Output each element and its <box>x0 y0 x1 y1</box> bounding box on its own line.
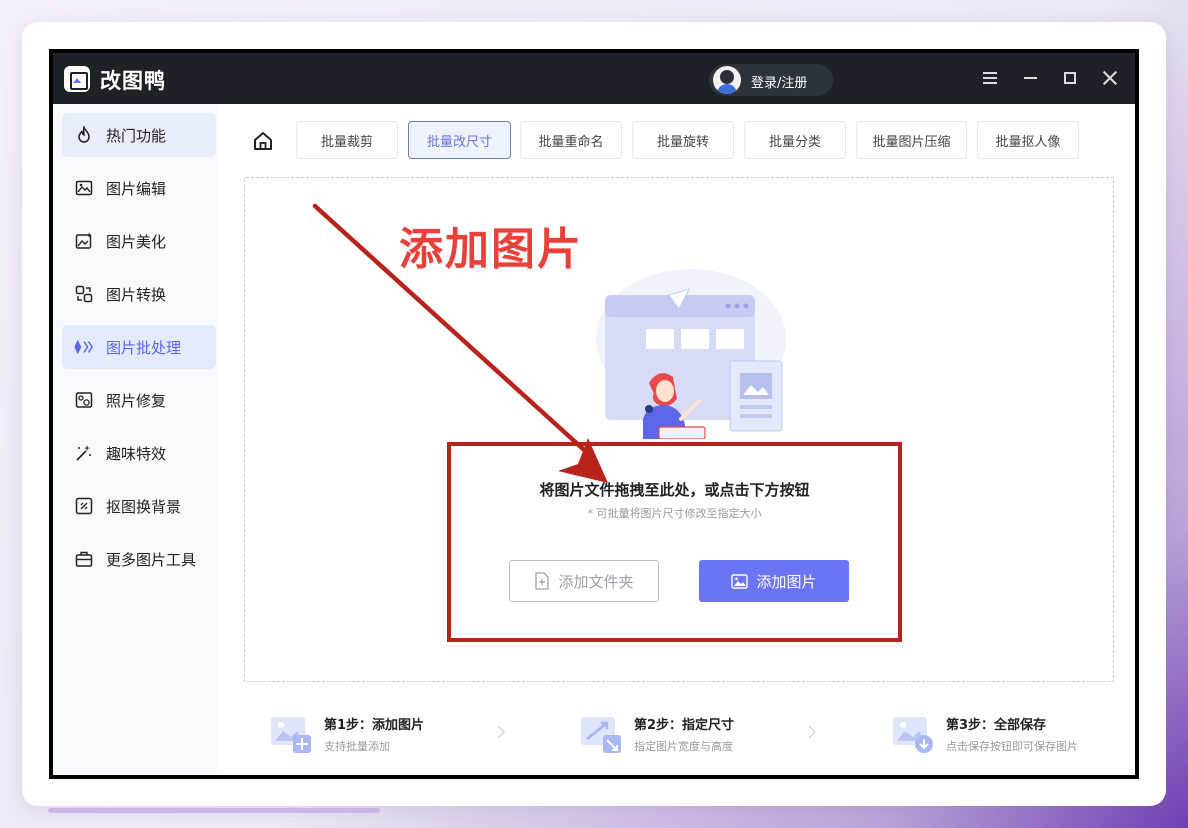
add-folder-label: 添加文件夹 <box>558 572 634 591</box>
decorative-bar <box>48 808 380 813</box>
maximize-button[interactable] <box>1059 67 1081 89</box>
minimize-icon <box>1023 77 1037 79</box>
app-logo-icon <box>64 66 90 92</box>
add-image-label: 添加图片 <box>756 572 817 591</box>
highlight-box <box>447 442 902 642</box>
chevron-right-icon <box>808 725 817 739</box>
annotation-title: 添加图片 <box>399 224 583 275</box>
tab-label: 批量图片压缩 <box>872 134 951 150</box>
chevron-right-icon <box>497 725 506 739</box>
step-add-image-icon <box>271 717 311 753</box>
image-icon <box>731 573 749 589</box>
close-button[interactable] <box>1099 67 1121 89</box>
tab-batch-rename[interactable]: 批量重命名 <box>520 121 622 159</box>
image-edit-icon <box>74 178 94 198</box>
sidebar-item-label: 抠图换背景 <box>106 497 182 516</box>
tab-batch-rotate[interactable]: 批量旋转 <box>632 121 734 159</box>
menu-button[interactable] <box>979 67 1001 89</box>
sidebar-item-label: 热门功能 <box>106 126 167 145</box>
sidebar-item-more-tools[interactable]: 更多图片工具 <box>62 537 216 581</box>
add-folder-button[interactable]: 添加文件夹 <box>509 560 659 602</box>
login-label: 登录/注册 <box>751 76 808 91</box>
batch-icon <box>74 337 94 357</box>
toolbox-icon <box>74 549 94 569</box>
sidebar-item-beautify[interactable]: 图片美化 <box>62 219 216 263</box>
sidebar-item-label: 图片转换 <box>106 285 167 304</box>
home-button[interactable] <box>251 129 275 153</box>
sidebar: 热门功能 图片编辑 图片美化 图片转换 图片批处理 照片修复 趣味特效 抠图换背… <box>53 104 218 775</box>
tab-batch-classify[interactable]: 批量分类 <box>744 121 846 159</box>
sidebar-item-label: 趣味特效 <box>106 444 167 463</box>
step-2-desc: 指定图片宽度与高度 <box>634 740 733 753</box>
sidebar-item-label: 图片美化 <box>106 232 167 251</box>
sidebar-item-convert[interactable]: 图片转换 <box>62 272 216 316</box>
add-image-button[interactable]: 添加图片 <box>699 560 849 602</box>
sidebar-item-label: 更多图片工具 <box>106 550 197 569</box>
sidebar-item-hot[interactable]: 热门功能 <box>62 113 216 157</box>
step-2-title: 第2步：指定尺寸 <box>634 718 735 733</box>
magic-wand-icon <box>74 443 94 463</box>
add-file-icon <box>534 572 550 590</box>
tab-label: 批量旋转 <box>656 134 709 150</box>
cutout-icon <box>74 496 94 516</box>
sidebar-item-label: 图片批处理 <box>106 338 182 357</box>
tab-label: 批量改尺寸 <box>426 134 492 150</box>
flame-icon <box>74 125 94 145</box>
sidebar-item-effects[interactable]: 趣味特效 <box>62 431 216 475</box>
tab-label: 批量重命名 <box>538 134 604 150</box>
tab-label: 批量抠人像 <box>995 134 1061 150</box>
sidebar-item-batch[interactable]: 图片批处理 <box>62 325 216 369</box>
avatar-icon <box>713 66 741 94</box>
app-window: 改图鸭 登录/注册 热门功能 图片编辑 图片美化 图片转换 图片批处理 照片修复… <box>49 49 1139 779</box>
maximize-icon <box>1064 72 1076 84</box>
sidebar-item-repair[interactable]: 照片修复 <box>62 378 216 422</box>
tab-batch-compress[interactable]: 批量图片压缩 <box>856 121 967 159</box>
step-3-desc: 点击保存按钮即可保存图片 <box>946 740 1078 753</box>
drop-sub-hint: * 可批量将图片尺寸修改至指定大小 <box>587 507 762 520</box>
drop-hint: 将图片文件拖拽至此处，或点击下方按钮 <box>539 481 810 499</box>
convert-icon <box>74 284 94 304</box>
hamburger-icon <box>983 72 997 84</box>
minimize-button[interactable] <box>1019 67 1041 89</box>
app-name: 改图鸭 <box>100 69 166 93</box>
tab-label: 批量分类 <box>768 134 821 150</box>
step-1-desc: 支持批量添加 <box>324 740 390 753</box>
login-button[interactable]: 登录/注册 <box>709 64 833 96</box>
tab-label: 批量裁剪 <box>320 134 373 150</box>
tab-batch-crop[interactable]: 批量裁剪 <box>296 121 398 159</box>
tab-batch-portrait-cutout[interactable]: 批量抠人像 <box>977 121 1079 159</box>
title-bar: 改图鸭 登录/注册 <box>53 53 1135 104</box>
sidebar-item-label: 图片编辑 <box>106 179 167 198</box>
step-resize-icon <box>581 717 621 753</box>
sidebar-item-label: 照片修复 <box>106 391 167 410</box>
step-3-title: 第3步：全部保存 <box>946 718 1047 733</box>
photo-repair-icon <box>74 390 94 410</box>
home-icon <box>254 132 272 150</box>
close-icon <box>1102 70 1118 86</box>
sidebar-item-cutout[interactable]: 抠图换背景 <box>62 484 216 528</box>
step-1-title: 第1步：添加图片 <box>324 718 425 733</box>
sparkle-image-icon <box>74 231 94 251</box>
tab-batch-resize[interactable]: 批量改尺寸 <box>408 121 511 159</box>
step-save-icon <box>893 717 933 753</box>
sidebar-item-image-edit[interactable]: 图片编辑 <box>62 166 216 210</box>
